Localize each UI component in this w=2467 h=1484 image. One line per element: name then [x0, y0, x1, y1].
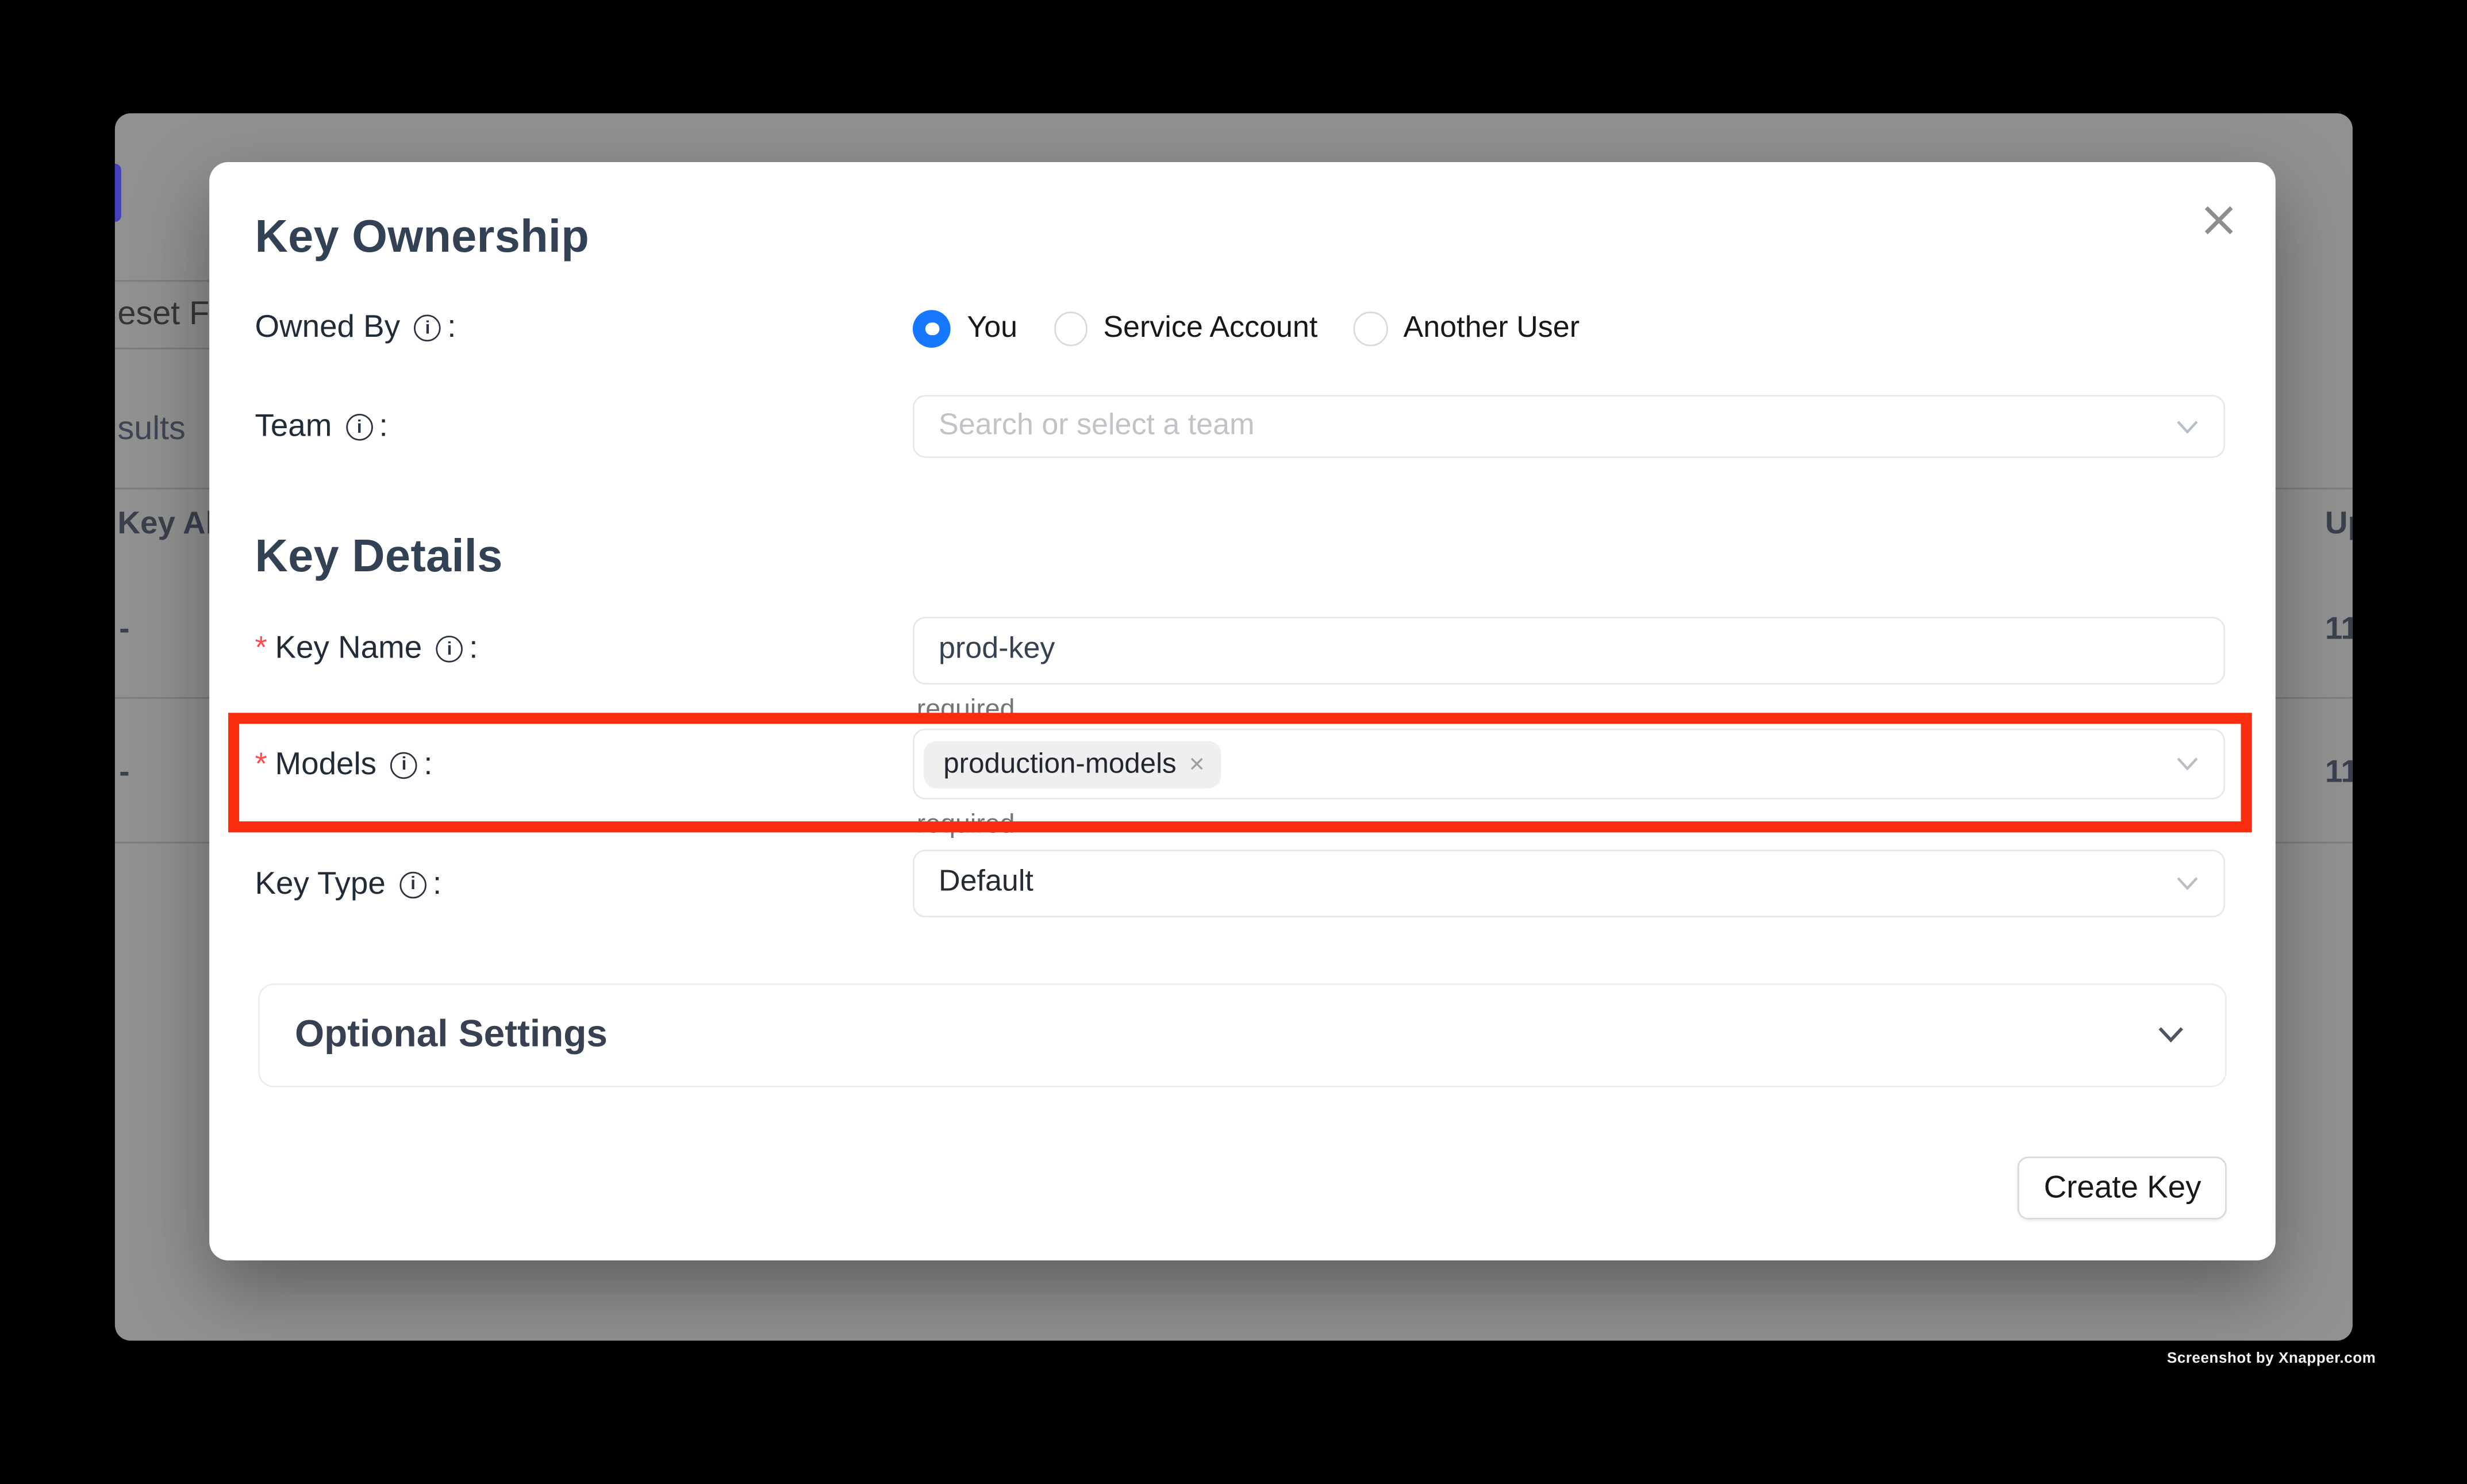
info-icon[interactable]: i: [414, 316, 441, 343]
radio-selected-icon: [913, 310, 951, 348]
watermark-text: Screenshot by Xnapper.com: [2167, 1350, 2376, 1367]
info-icon[interactable]: i: [399, 871, 426, 898]
radio-label: You: [967, 312, 1017, 346]
team-label-text: Team: [255, 410, 332, 446]
radio-another-user[interactable]: Another User: [1354, 312, 1580, 346]
owned-by-label: Owned By i :: [255, 310, 456, 347]
create-key-button[interactable]: Create Key: [2018, 1157, 2227, 1220]
required-asterisk: *: [255, 632, 267, 668]
radio-unselected-icon: [1054, 312, 1088, 345]
key-name-input[interactable]: [913, 616, 2225, 685]
annotation-highlight-models-row: [228, 713, 2252, 832]
radio-label: Another User: [1404, 312, 1580, 346]
owned-by-label-text: Owned By: [255, 310, 400, 347]
screenshot-canvas: eset Filt sults Key Alia Up - 11/ - 11/ …: [0, 0, 2467, 1484]
key-type-selected-value: Default: [915, 866, 1033, 901]
create-key-button-label: Create Key: [2044, 1171, 2201, 1207]
label-colon: :: [433, 867, 441, 903]
column-header-updated: Up: [2325, 507, 2352, 543]
chevron-down-icon: [2157, 1027, 2184, 1044]
info-icon[interactable]: i: [346, 414, 373, 441]
radio-service-account[interactable]: Service Account: [1054, 312, 1317, 346]
create-key-button-fragment: [114, 164, 121, 222]
divider: [114, 279, 220, 281]
optional-settings-title: Optional Settings: [295, 1013, 608, 1058]
chevron-down-icon: [2176, 876, 2198, 891]
label-colon: :: [379, 410, 388, 446]
create-key-modal: Key Ownership Owned By i : You Service A…: [209, 163, 2276, 1260]
section-title-key-details: Key Details: [255, 532, 502, 584]
key-name-label: * Key Name i :: [255, 632, 478, 668]
close-icon: [2195, 197, 2242, 244]
table-row-cell: -: [119, 612, 129, 648]
info-icon[interactable]: i: [436, 636, 463, 663]
optional-settings-accordion[interactable]: Optional Settings: [259, 983, 2227, 1088]
table-row-cell: -: [119, 755, 129, 791]
team-select-placeholder: Search or select a team: [915, 409, 1254, 444]
section-title-key-ownership: Key Ownership: [255, 213, 589, 265]
results-count-fragment: sults: [117, 410, 185, 448]
label-colon: :: [447, 310, 456, 347]
team-label: Team i :: [255, 410, 387, 446]
close-button[interactable]: [2193, 196, 2243, 247]
table-row-cell: 11/: [2325, 612, 2352, 648]
label-colon: :: [469, 632, 478, 668]
key-type-label: Key Type i :: [255, 867, 441, 903]
chevron-down-icon: [2176, 420, 2198, 434]
divider: [114, 347, 220, 349]
key-type-select[interactable]: Default: [913, 849, 2225, 917]
key-type-label-text: Key Type: [255, 867, 385, 903]
owned-by-radio-group: You Service Account Another User: [913, 310, 1616, 348]
radio-label: Service Account: [1103, 312, 1317, 346]
table-row-cell: 11/: [2325, 755, 2352, 791]
radio-you[interactable]: You: [913, 310, 1017, 348]
key-name-label-text: Key Name: [275, 632, 422, 668]
team-select[interactable]: Search or select a team: [913, 395, 2225, 458]
radio-unselected-icon: [1354, 312, 1388, 345]
